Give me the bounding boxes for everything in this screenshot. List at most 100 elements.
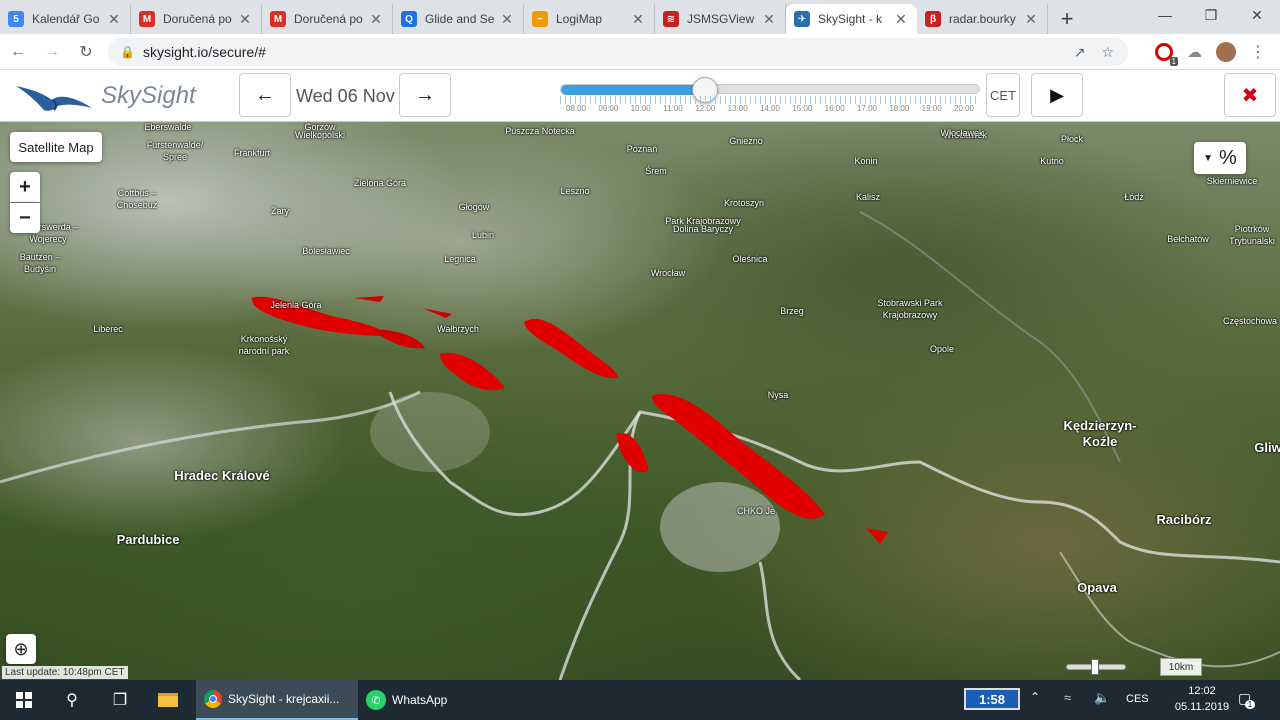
map-place-label: Wojerecy [29, 234, 67, 244]
reload-icon[interactable]: ↻ [70, 36, 102, 68]
windows-start-icon[interactable] [0, 680, 48, 720]
timer-widget[interactable]: 1:58 [964, 688, 1020, 710]
browser-tab[interactable]: 5 Kalendář Go ✕ [0, 4, 131, 34]
timeline-label: 10:00 [630, 104, 651, 113]
play-icon: ▶ [1050, 84, 1064, 105]
browser-tab[interactable]: ≋ JSMSGView ✕ [655, 4, 786, 34]
slider-track[interactable] [560, 84, 980, 95]
map-place-label: CHKO Je [736, 506, 776, 516]
map-place-label: Leszno [560, 186, 590, 196]
map-place-label: národní park [238, 346, 290, 356]
back-icon[interactable]: ← [2, 36, 34, 68]
map-place-label: Wrocław [650, 268, 686, 278]
zoom-in-button[interactable]: + [10, 172, 40, 202]
tab-title: Doručená po [294, 12, 363, 26]
volume-icon[interactable]: 🔈 [1094, 690, 1110, 706]
extension-icon[interactable]: 1 [1155, 43, 1178, 66]
tab-close-icon[interactable]: ✕ [368, 11, 384, 28]
taskbar-app-skysight[interactable]: SkySight - krejcaxii... [196, 680, 358, 720]
language-indicator[interactable]: CES [1126, 693, 1149, 705]
open-external-icon[interactable]: ↗ [1074, 44, 1086, 61]
timeline-label: 12:00 [695, 104, 716, 113]
timeline-label: 20:00 [953, 104, 975, 113]
slider-labels: 08:00 09:00 10:00 11:00 12:00 13:00 14:00 15:00… [560, 104, 980, 116]
slider-fill [561, 85, 707, 95]
taskbar-app-whatsapp[interactable]: ✆ WhatsApp [358, 680, 508, 720]
map-place-label: Krajobrazowy [882, 310, 938, 320]
locate-button[interactable]: ⊕ [6, 634, 36, 664]
avatar[interactable] [1216, 42, 1236, 62]
time-slider[interactable]: 08:00 09:00 10:00 11:00 12:00 13:00 14:00 15:00… [560, 77, 980, 116]
map-place-label: Puszcza Notecka [505, 126, 575, 136]
maximize-icon[interactable]: ❐ [1188, 0, 1234, 30]
map-place-label: Głogów [458, 202, 490, 212]
arrow-right-icon: → [415, 83, 435, 106]
map-place-label: Legnica [444, 254, 476, 264]
cloud-icon[interactable]: ☁ [1187, 43, 1202, 61]
tab-title: SkySight - k [818, 12, 883, 26]
tray-chevron-icon[interactable]: ⌃ [1030, 690, 1040, 704]
tab-favicon-icon: M [139, 11, 155, 27]
play-button[interactable]: ▶ [1031, 73, 1083, 117]
satellite-map-button[interactable]: Satellite Map [10, 132, 102, 162]
tab-title: Glide and Se [425, 12, 495, 26]
wifi-icon[interactable]: ≈ [1064, 690, 1071, 705]
map-place-label: Łódź [1124, 192, 1144, 202]
tab-close-icon[interactable]: ✕ [630, 11, 646, 28]
map-place-label: Żary [271, 206, 289, 216]
prev-day-button[interactable]: ← [239, 73, 291, 117]
browser-tab[interactable]: Q Glide and Se ✕ [393, 4, 524, 34]
new-tab-button[interactable]: + [1052, 4, 1082, 34]
map-place-label: Kutno [1040, 156, 1064, 166]
browser-tab[interactable]: M Doručená po ✕ [131, 4, 262, 34]
map-place-label: Chosebuz [116, 200, 158, 210]
close-button[interactable]: ✖ [1224, 73, 1276, 117]
browser-tab[interactable]: M Doručená po ✕ [262, 4, 393, 34]
clock[interactable]: 12:02 05.11.2019 [1172, 683, 1232, 715]
tab-title: LogiMap [556, 12, 603, 26]
units-dropdown[interactable]: ▼ % [1194, 142, 1246, 174]
browser-tab[interactable]: β radar.bourky ✕ [917, 4, 1048, 34]
map-place-label: Kalisz [855, 192, 881, 202]
map-place-label: Brzeg [780, 306, 804, 316]
windows-taskbar: ⚲ ❐ SkySight - krejcaxii... ✆ WhatsApp 1… [0, 680, 1280, 720]
tab-close-icon[interactable]: ✕ [1023, 11, 1039, 28]
timeline-label: 17:00 [856, 104, 878, 113]
menu-icon[interactable]: ⋮ [1250, 42, 1266, 62]
tab-close-icon[interactable]: ✕ [761, 11, 777, 28]
close-window-icon[interactable]: ✕ [1234, 0, 1280, 30]
extension-badge: 1 [1169, 57, 1178, 66]
border-line [1059, 551, 1280, 668]
tab-favicon-icon: ✈ [794, 11, 810, 27]
next-day-button[interactable]: → [399, 73, 451, 117]
file-explorer-icon[interactable] [144, 680, 192, 720]
slider-ticks [560, 96, 980, 104]
skysight-logo-icon [16, 86, 92, 111]
opacity-slider-thumb[interactable] [1091, 659, 1099, 675]
search-icon[interactable]: ⚲ [48, 680, 96, 720]
tab-favicon-icon: Q [401, 11, 417, 27]
url-input[interactable]: 🔒 skysight.io/secure/# ↗ ☆ [108, 38, 1128, 66]
tab-close-icon[interactable]: ✕ [499, 11, 515, 28]
notifications-icon[interactable]: ▢ 1 [1238, 690, 1256, 709]
tab-close-icon[interactable]: ✕ [237, 11, 253, 28]
forward-icon[interactable]: → [36, 36, 68, 68]
tab-close-icon[interactable]: ✕ [893, 11, 909, 28]
tab-close-icon[interactable]: ✕ [106, 11, 122, 28]
task-view-icon[interactable]: ❐ [96, 680, 144, 720]
zoom-out-button[interactable]: − [10, 203, 40, 233]
map-place-label: Cottbus – [117, 188, 157, 198]
timezone-button[interactable]: CET [986, 73, 1020, 117]
tab-title: Doručená po [163, 12, 232, 26]
arrow-left-icon: ← [255, 83, 275, 106]
app-header: SkySight ← Wed 06 Nov → 08:00 09:00 10:00 1… [0, 70, 1280, 122]
map-view[interactable]: Eberswalde Gorzów Wielkopolski Puszcza Note… [0, 122, 1280, 680]
map-place-label: Lubin [471, 230, 495, 240]
browser-tab[interactable]: ✈ SkySight - k ✕ [786, 4, 917, 34]
browser-tab[interactable]: ~ LogiMap ✕ [524, 4, 655, 34]
tab-favicon-icon: β [925, 11, 941, 27]
opacity-slider[interactable] [1066, 659, 1126, 675]
minimize-icon[interactable]: — [1142, 0, 1188, 30]
bookmark-star-icon[interactable]: ☆ [1101, 44, 1114, 61]
clock-date: 05.11.2019 [1174, 701, 1230, 713]
